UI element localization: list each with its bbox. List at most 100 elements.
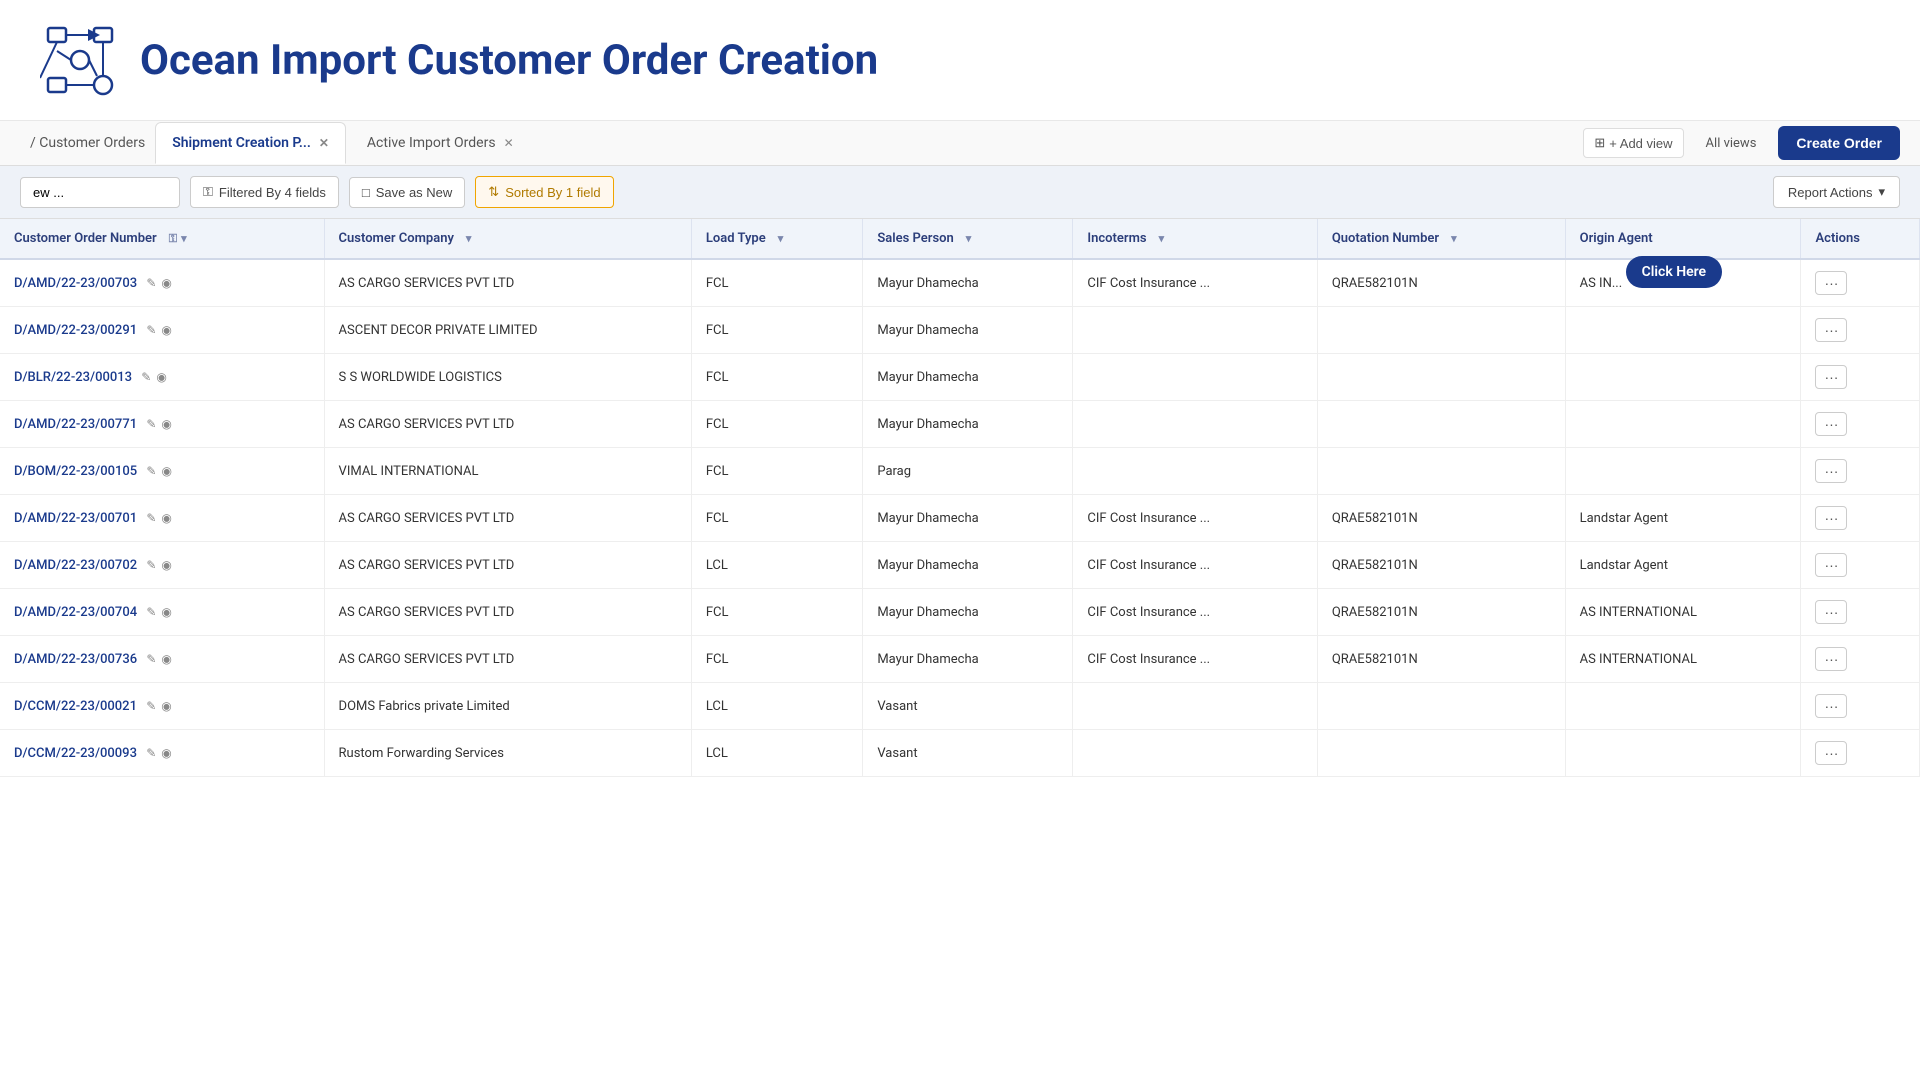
- broadcast-icon[interactable]: ◉: [161, 605, 171, 619]
- tabs-bar: / Customer Orders Shipment Creation P...…: [0, 121, 1920, 166]
- tab-active-import-orders[interactable]: Active Import Orders ✕: [350, 122, 531, 164]
- edit-icon[interactable]: ✎: [146, 558, 156, 572]
- broadcast-icon[interactable]: ◉: [161, 652, 171, 666]
- broadcast-icon[interactable]: ◉: [161, 464, 171, 478]
- broadcast-icon[interactable]: ◉: [161, 699, 171, 713]
- cell-origin-agent: Landstar Agent: [1565, 542, 1801, 589]
- row-actions-button[interactable]: ···: [1815, 318, 1847, 342]
- cell-origin-agent: [1565, 730, 1801, 777]
- cell-actions: ···: [1801, 683, 1920, 730]
- cell-incoterms: [1073, 307, 1317, 354]
- table-row: D/CCM/22-23/00021 ✎ ◉ DOMS Fabrics priva…: [0, 683, 1920, 730]
- edit-icon[interactable]: ✎: [146, 605, 156, 619]
- table-row: D/AMD/22-23/00291 ✎ ◉ ASCENT DECOR PRIVA…: [0, 307, 1920, 354]
- order-number-link[interactable]: D/CCM/22-23/00093: [14, 746, 137, 761]
- add-view-button[interactable]: ⊞ + Add view: [1583, 128, 1683, 158]
- broadcast-icon[interactable]: ◉: [161, 746, 171, 760]
- cell-quotation-number: QRAE582101N: [1317, 542, 1565, 589]
- cell-quotation-number: [1317, 307, 1565, 354]
- edit-icon[interactable]: ✎: [146, 417, 156, 431]
- cell-actions: ···: [1801, 495, 1920, 542]
- edit-icon[interactable]: ✎: [146, 276, 156, 290]
- col-header-customer-company[interactable]: Customer Company ▾: [324, 219, 691, 259]
- row-actions-button[interactable]: ···: [1815, 600, 1847, 624]
- col-header-incoterms[interactable]: Incoterms ▾: [1073, 219, 1317, 259]
- broadcast-icon[interactable]: ◉: [161, 417, 171, 431]
- col-header-sales-person[interactable]: Sales Person ▾: [863, 219, 1073, 259]
- row-actions-button[interactable]: ···: [1815, 365, 1847, 389]
- edit-icon[interactable]: ✎: [146, 746, 156, 760]
- tab-shipment-close[interactable]: ✕: [319, 136, 329, 150]
- table-row: D/AMD/22-23/00704 ✎ ◉ AS CARGO SERVICES …: [0, 589, 1920, 636]
- filter-button[interactable]: ⚿ Filtered By 4 fields: [190, 176, 339, 208]
- cell-origin-agent: [1565, 307, 1801, 354]
- page-header: Ocean Import Customer Order Creation: [0, 0, 1920, 121]
- row-actions-button[interactable]: ···: [1815, 412, 1847, 436]
- order-number-link[interactable]: D/AMD/22-23/00771: [14, 417, 137, 432]
- cell-customer-company: AS CARGO SERVICES PVT LTD: [324, 259, 691, 307]
- edit-icon[interactable]: ✎: [146, 464, 156, 478]
- broadcast-icon[interactable]: ◉: [161, 558, 171, 572]
- order-number-link[interactable]: D/AMD/22-23/00701: [14, 511, 137, 526]
- broadcast-icon[interactable]: ◉: [161, 276, 171, 290]
- order-number-link[interactable]: D/AMD/22-23/00291: [14, 323, 137, 338]
- order-number-link[interactable]: D/AMD/22-23/00704: [14, 605, 137, 620]
- cell-order-number: D/AMD/22-23/00704 ✎ ◉: [0, 589, 324, 636]
- col-header-order-number[interactable]: Customer Order Number ⚿ ▾: [0, 219, 324, 259]
- col-header-load-type[interactable]: Load Type ▾: [691, 219, 862, 259]
- cell-customer-company: AS CARGO SERVICES PVT LTD: [324, 589, 691, 636]
- breadcrumb-customer-orders[interactable]: / Customer Orders: [20, 121, 155, 165]
- cell-customer-company: ASCENT DECOR PRIVATE LIMITED: [324, 307, 691, 354]
- broadcast-icon[interactable]: ◉: [161, 511, 171, 525]
- row-actions-button[interactable]: ···: [1815, 459, 1847, 483]
- cell-load-type: FCL: [691, 307, 862, 354]
- cell-customer-company: VIMAL INTERNATIONAL: [324, 448, 691, 495]
- edit-icon[interactable]: ✎: [146, 652, 156, 666]
- row-actions-button[interactable]: ···: [1815, 694, 1847, 718]
- tab-import-close[interactable]: ✕: [504, 136, 514, 150]
- order-number-link[interactable]: D/CCM/22-23/00021: [14, 699, 137, 714]
- broadcast-icon[interactable]: ◉: [156, 370, 166, 384]
- all-views-button[interactable]: All views: [1696, 130, 1767, 157]
- click-here-tooltip-inline[interactable]: Click Here: [1626, 256, 1722, 288]
- col-filter-icon: ⚿: [169, 232, 177, 246]
- cell-sales-person: Mayur Dhamecha: [863, 401, 1073, 448]
- search-input[interactable]: [20, 177, 180, 208]
- cell-quotation-number: [1317, 683, 1565, 730]
- order-number-link[interactable]: D/AMD/22-23/00736: [14, 652, 137, 667]
- row-actions-button[interactable]: ···: [1815, 647, 1847, 671]
- cell-order-number: D/AMD/22-23/00771 ✎ ◉: [0, 401, 324, 448]
- save-as-new-button[interactable]: □ Save as New: [349, 177, 465, 208]
- col-header-quotation-number[interactable]: Quotation Number ▾: [1317, 219, 1565, 259]
- cell-incoterms: [1073, 730, 1317, 777]
- cell-order-number: D/AMD/22-23/00736 ✎ ◉: [0, 636, 324, 683]
- cell-origin-agent: AS IN... Click Here: [1565, 259, 1801, 307]
- cell-customer-company: DOMS Fabrics private Limited: [324, 683, 691, 730]
- add-view-label: + Add view: [1609, 136, 1672, 151]
- cell-sales-person: Vasant: [863, 730, 1073, 777]
- edit-icon[interactable]: ✎: [146, 323, 156, 337]
- edit-icon[interactable]: ✎: [141, 370, 151, 384]
- col-header-origin-agent[interactable]: Origin Agent: [1565, 219, 1801, 259]
- broadcast-icon[interactable]: ◉: [161, 323, 171, 337]
- edit-icon[interactable]: ✎: [146, 511, 156, 525]
- create-order-button[interactable]: Create Order: [1778, 126, 1900, 160]
- tab-shipment-creation[interactable]: Shipment Creation P... ✕: [155, 122, 346, 164]
- order-number-link[interactable]: D/AMD/22-23/00702: [14, 558, 137, 573]
- table-row: D/AMD/22-23/00702 ✎ ◉ AS CARGO SERVICES …: [0, 542, 1920, 589]
- edit-icon[interactable]: ✎: [146, 699, 156, 713]
- report-actions-button[interactable]: Report Actions ▾: [1773, 176, 1900, 208]
- row-actions-button[interactable]: ···: [1815, 271, 1847, 295]
- cell-load-type: FCL: [691, 589, 862, 636]
- col-header-actions: Actions: [1801, 219, 1920, 259]
- row-actions-button[interactable]: ···: [1815, 506, 1847, 530]
- order-number-link[interactable]: D/AMD/22-23/00703: [14, 276, 137, 291]
- row-actions-button[interactable]: ···: [1815, 553, 1847, 577]
- table-row: D/AMD/22-23/00771 ✎ ◉ AS CARGO SERVICES …: [0, 401, 1920, 448]
- cell-order-number: D/AMD/22-23/00291 ✎ ◉: [0, 307, 324, 354]
- cell-actions: ···: [1801, 354, 1920, 401]
- row-actions-button[interactable]: ···: [1815, 741, 1847, 765]
- order-number-link[interactable]: D/BLR/22-23/00013: [14, 370, 132, 385]
- sorted-by-button[interactable]: ⇅ Sorted By 1 field: [475, 176, 613, 208]
- order-number-link[interactable]: D/BOM/22-23/00105: [14, 464, 137, 479]
